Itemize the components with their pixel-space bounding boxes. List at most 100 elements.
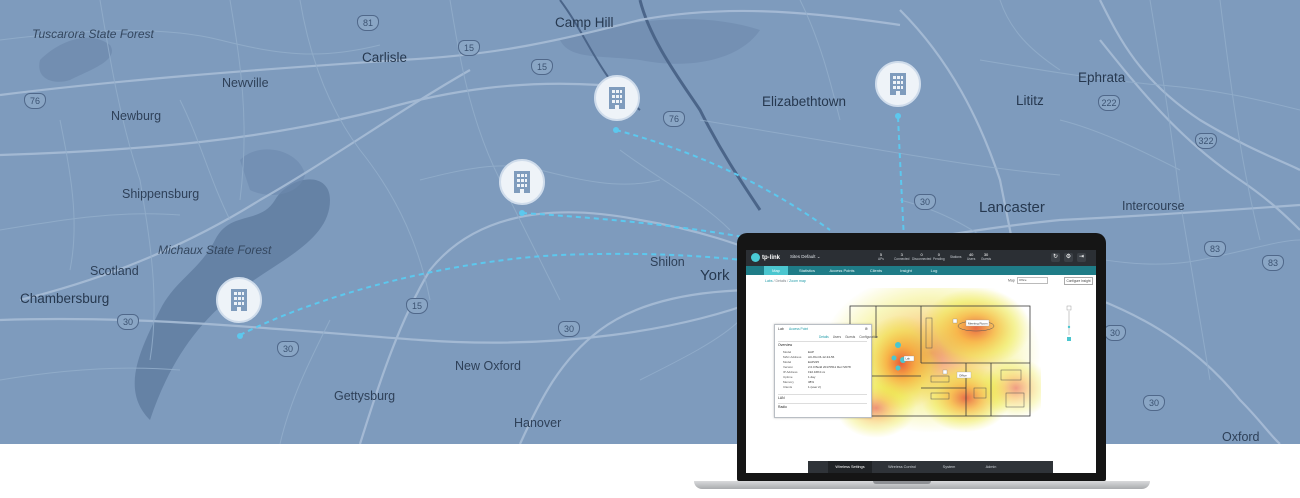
settings-icon: ⚙ <box>1065 254 1072 260</box>
highway-shield: 15 <box>458 40 480 56</box>
divider <box>778 403 867 404</box>
panel-section[interactable]: LAN <box>778 396 785 400</box>
settings-button[interactable]: ⚙ <box>1064 253 1073 262</box>
detail-value: 2.0.0 Build 20170511 Rel.72078 <box>808 365 851 369</box>
building-icon <box>609 87 625 109</box>
highway-shield: 15 <box>406 298 428 314</box>
tab-admin[interactable]: Admin <box>974 461 1008 473</box>
stat-label: Guests <box>981 257 992 261</box>
map-label: New Oxford <box>455 359 521 373</box>
building-pin[interactable] <box>594 75 640 121</box>
tab-insight[interactable]: Insight <box>894 266 918 275</box>
map-label: Shilon <box>650 255 685 269</box>
logout-button[interactable]: ⇥ <box>1077 253 1086 262</box>
highway-shield: 76 <box>24 93 46 109</box>
breadcrumb-item[interactable]: Details <box>776 279 787 283</box>
site-name: Sites Default <box>790 254 816 259</box>
panel-subtitle: Access Point <box>789 327 809 331</box>
stat-pending: 0 Pending <box>933 252 945 262</box>
panel-section[interactable]: Overview <box>778 343 792 347</box>
detail-row: Clients 1 (user 2) <box>783 385 863 389</box>
tab-log[interactable]: Log <box>924 266 944 275</box>
panel-section[interactable]: Radio <box>778 405 787 409</box>
panel-tab[interactable]: Details <box>819 335 829 339</box>
stat-aps: 5 APs <box>878 252 884 262</box>
highway-shield: 81 <box>357 15 379 31</box>
detail-key: Clients <box>783 385 793 389</box>
panel-tab[interactable]: Guests <box>845 335 855 339</box>
highway-shield: 222 <box>1098 95 1120 111</box>
stations-label: Stations <box>950 255 962 259</box>
map-label: Ephrata <box>1078 70 1126 85</box>
map-selector[interactable]: Map Office <box>1008 277 1048 284</box>
map-label: Carlisle <box>362 50 408 65</box>
map-label: Gettysburg <box>334 389 396 403</box>
map-label: Lititz <box>1016 93 1044 108</box>
stat-guests: 30 Guests <box>981 252 991 262</box>
map-selector-label: Map <box>1008 278 1015 283</box>
highway-shield: 30 <box>277 341 299 357</box>
laptop-frame: tp-link Sites Default ⌄ 5 APs 3 Connected … <box>737 233 1106 481</box>
detail-value: EAP225 <box>808 360 820 364</box>
highway-shield: 83 <box>1204 241 1226 257</box>
zoom-slider[interactable] <box>1066 305 1072 345</box>
map-label: Elizabethtown <box>762 94 847 109</box>
stat-label: Disconnected <box>912 257 932 261</box>
breadcrumb-item: Zoom map <box>789 279 806 283</box>
building-pin[interactable] <box>499 159 545 205</box>
building-pin[interactable] <box>875 61 921 107</box>
tab-wireless-control[interactable]: Wireless Control <box>880 461 924 473</box>
breadcrumb-item[interactable]: Labs <box>765 279 773 283</box>
brand-name: tp-link <box>762 254 780 261</box>
map-label: Camp Hill <box>555 15 614 30</box>
configure-insight-button[interactable]: Configure Insight <box>1064 277 1093 285</box>
divider <box>778 341 867 342</box>
map-label: Lancaster <box>979 199 1045 216</box>
tab-clients[interactable]: Clients <box>864 266 888 275</box>
site-selector[interactable]: Sites Default ⌄ <box>790 254 821 260</box>
detail-key: Model <box>783 360 792 364</box>
route-line-2 <box>521 212 761 241</box>
close-icon[interactable]: ⊗ <box>865 326 868 331</box>
tab-access-points[interactable]: Access Points <box>824 266 860 275</box>
building-icon <box>231 289 247 311</box>
highway-shield: 322 <box>1195 133 1217 149</box>
app-header: tp-link Sites Default ⌄ 5 APs 3 Connected … <box>746 250 1096 266</box>
tab-map[interactable]: Map <box>764 266 788 275</box>
detail-value: 1 (user 2) <box>808 385 821 389</box>
highway-shield: 83 <box>1262 255 1284 271</box>
stat-connected: 3 Connected <box>894 252 909 262</box>
map-label: Scotland <box>90 264 139 278</box>
detail-row: Model EAP225 <box>783 360 863 364</box>
map-label: Chambersburg <box>20 291 110 306</box>
laptop-notch <box>873 481 931 484</box>
detail-value: EAP <box>808 350 815 354</box>
highway-shield: 30 <box>1104 325 1126 341</box>
stat-users: 40 Users <box>967 252 975 262</box>
tab-statistics[interactable]: Statistics <box>794 266 820 275</box>
highway-shield: 15 <box>531 59 553 75</box>
highway-shield: 30 <box>1143 395 1165 411</box>
tab-wireless-settings[interactable]: Wireless Settings <box>828 461 872 473</box>
panel-tab[interactable]: Configuration <box>859 335 878 339</box>
floor-label: Office <box>959 374 967 378</box>
map-label: Intercourse <box>1122 199 1185 213</box>
refresh-button[interactable]: ↻ <box>1051 253 1060 262</box>
brand-logo: tp-link <box>751 253 780 262</box>
detail-key: MAC Address <box>783 355 802 359</box>
highway-shield: 30 <box>914 194 936 210</box>
detail-row: Version 2.0.0 Build 20170511 Rel.72078 <box>783 365 863 369</box>
map-label: Shippensburg <box>122 187 200 201</box>
detail-value: 1 day <box>808 375 816 379</box>
detail-value: 38% <box>808 380 815 384</box>
panel-tab[interactable]: Users <box>833 335 841 339</box>
detail-key: Version <box>783 365 794 369</box>
detail-key: Model <box>783 350 792 354</box>
stat-label: Users <box>967 257 976 261</box>
building-pin[interactable] <box>216 277 262 323</box>
laptop-screen: tp-link Sites Default ⌄ 5 APs 3 Connected … <box>746 250 1096 473</box>
map-label: Hanover <box>514 416 562 430</box>
ap-details-panel: Lab Access Point ⊗ Details Users Guests … <box>774 324 878 418</box>
map-selector-value[interactable]: Office <box>1016 277 1048 284</box>
tab-system[interactable]: System <box>932 461 966 473</box>
